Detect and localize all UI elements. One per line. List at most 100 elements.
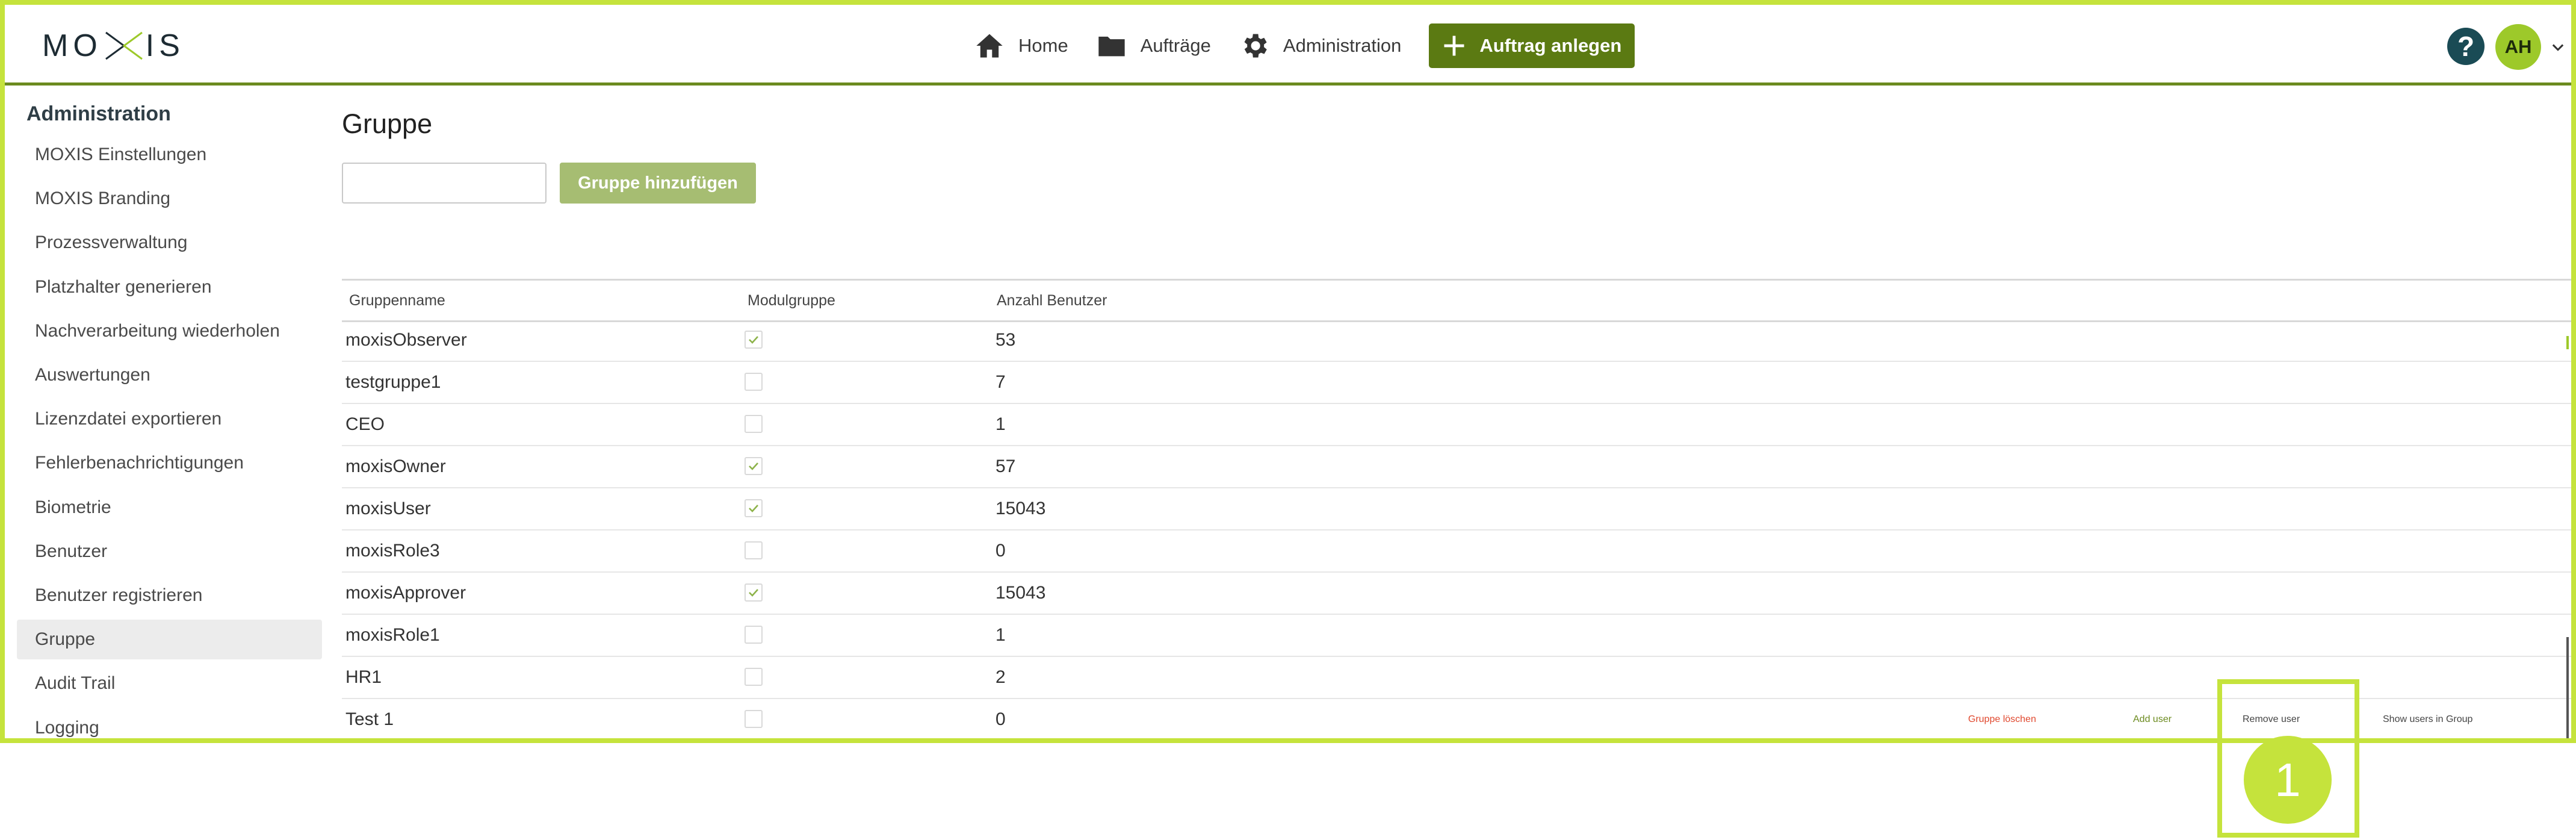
module-group-checkbox (745, 541, 763, 559)
show-users-in-group-link[interactable]: Show users in Group (2383, 699, 2472, 738)
table-row[interactable]: HR1 2 (342, 657, 2571, 699)
nav-home-label: Home (1018, 35, 1068, 56)
table-row[interactable]: Test 1 0 Gruppe löschen Add user Remove user… (342, 699, 2571, 738)
checkmark-icon (749, 336, 758, 344)
sidebar-item-label: Prozessverwaltung (35, 232, 188, 253)
sidebar-item-moxis-branding[interactable]: MOXIS Branding (17, 179, 322, 219)
main-nav: Home Aufträge Administration Auftrag anl… (974, 23, 1635, 68)
column-header-group-name[interactable]: Gruppenname (349, 281, 445, 320)
group-name-cell: testgruppe1 (345, 372, 441, 392)
user-count-cell: 0 (995, 709, 1006, 729)
group-name-cell: moxisObserver (345, 330, 467, 350)
group-name-input[interactable] (342, 163, 546, 204)
table-row[interactable]: moxisApprover 15043 (342, 573, 2571, 615)
sidebar-item-benutzer[interactable]: Benutzer (17, 532, 322, 571)
group-name-cell: moxisUser (345, 499, 431, 518)
create-order-label: Auftrag anlegen (1479, 35, 1622, 56)
column-header-module-group[interactable]: Modulgruppe (748, 281, 835, 320)
table-row[interactable]: moxisRole3 0 (342, 530, 2571, 573)
sidebar-item-label: Benutzer registrieren (35, 585, 203, 605)
sidebar-item-lizenzdatei-exportieren[interactable]: Lizenzdatei exportieren (17, 399, 322, 439)
help-icon[interactable]: ? (2447, 28, 2485, 65)
checkmark-icon (749, 505, 758, 512)
nav-orders[interactable]: Aufträge (1096, 24, 1211, 67)
sidebar-item-label: MOXIS Einstellungen (35, 145, 207, 164)
table-row[interactable]: testgruppe1 7 (342, 362, 2571, 404)
column-header-user-count[interactable]: Anzahl Benutzer (997, 281, 1107, 320)
callout-number-badge: 1 (2244, 736, 2332, 824)
plus-icon (1444, 36, 1464, 56)
sidebar-title: Administration (26, 102, 171, 125)
table-row[interactable]: moxisObserver 53 (342, 320, 2571, 362)
logo-text-mo: MO (42, 28, 102, 63)
sidebar-item-biometrie[interactable]: Biometrie (17, 488, 322, 527)
group-name-cell: moxisRole3 (345, 541, 440, 561)
sidebar-item-audit-trail[interactable]: Audit Trail (17, 664, 322, 703)
sidebar-item-label: Fehlerbenachrichtigungen (35, 453, 244, 473)
sidebar-item-fehlerbenachrichtigungen[interactable]: Fehlerbenachrichtigungen (17, 443, 322, 483)
nav-orders-label: Aufträge (1140, 35, 1211, 56)
sidebar-item-prozessverwaltung[interactable]: Prozessverwaltung (17, 223, 322, 263)
table-header: Gruppenname Modulgruppe Anzahl Benutzer (342, 279, 2571, 322)
group-name-cell: moxisOwner (345, 456, 446, 476)
sidebar-item-benutzer-registrieren[interactable]: Benutzer registrieren (17, 576, 322, 615)
table-row[interactable]: moxisRole1 1 (342, 615, 2571, 657)
group-name-cell: moxisRole1 (345, 625, 440, 645)
module-group-checkbox (745, 373, 763, 391)
logo-x-icon (105, 31, 143, 60)
module-group-checkbox (745, 583, 763, 602)
group-name-cell: HR1 (345, 667, 382, 687)
sidebar-item-platzhalter-generieren[interactable]: Platzhalter generieren (17, 267, 322, 307)
user-count-cell: 15043 (995, 499, 1046, 518)
app-window: MO IS Home Aufträge Administration Auftr… (0, 0, 2576, 743)
table-row[interactable]: moxisUser 15043 (342, 488, 2571, 530)
sidebar-item-label: Nachverarbeitung wiederholen (35, 320, 280, 341)
add-group-button[interactable]: Gruppe hinzufügen (560, 163, 756, 204)
user-count-cell: 53 (995, 330, 1016, 350)
sidebar-item-auswertungen[interactable]: Auswertungen (17, 355, 322, 395)
home-icon (976, 34, 1003, 58)
module-group-checkbox (745, 499, 763, 517)
user-avatar[interactable]: AH (2495, 24, 2541, 70)
sidebar-item-gruppe[interactable]: Gruppe (17, 620, 322, 660)
vertical-scrollbar[interactable] (2566, 637, 2569, 738)
sidebar-item-label: Biometrie (35, 497, 111, 517)
sidebar-item-label: Benutzer (35, 541, 108, 561)
table-row[interactable]: moxisOwner 57 (342, 446, 2571, 488)
admin-sidebar: Administration MOXIS Einstellungen MOXIS … (12, 95, 322, 738)
sidebar-item-nachverarbeitung-wiederholen[interactable]: Nachverarbeitung wiederholen (17, 311, 322, 351)
group-name-cell: CEO (345, 414, 385, 434)
nav-administration-label: Administration (1283, 35, 1402, 56)
group-name-cell: Test 1 (345, 709, 394, 729)
module-group-checkbox (745, 626, 763, 644)
group-name-cell: moxisApprover (345, 583, 466, 603)
sidebar-item-label: Lizenzdatei exportieren (35, 409, 222, 429)
user-count-cell: 0 (995, 541, 1006, 561)
scroll-marker (2566, 336, 2569, 349)
nav-home[interactable]: Home (974, 24, 1068, 67)
moxis-logo[interactable]: MO IS (42, 28, 185, 64)
logo-text-is: IS (145, 28, 185, 63)
nav-administration[interactable]: Administration (1239, 24, 1401, 67)
sidebar-item-label: Auswertungen (35, 365, 150, 385)
checkmark-icon (749, 462, 758, 470)
chevron-down-icon[interactable] (2550, 39, 2566, 55)
user-count-cell: 1 (995, 414, 1006, 434)
sidebar-item-logging[interactable]: Logging (17, 708, 322, 738)
table-row[interactable]: CEO 1 (342, 404, 2571, 446)
add-user-link[interactable]: Add user (2133, 699, 2172, 738)
create-order-button[interactable]: Auftrag anlegen (1429, 23, 1635, 68)
user-count-cell: 57 (995, 456, 1016, 476)
sidebar-item-label: Audit Trail (35, 673, 116, 694)
gear-icon (1244, 34, 1267, 58)
remove-user-link[interactable]: Remove user (2243, 699, 2300, 738)
sidebar-item-label: Platzhalter generieren (35, 276, 212, 297)
delete-group-link[interactable]: Gruppe löschen (1968, 699, 2036, 738)
module-group-checkbox (745, 710, 763, 728)
sidebar-item-label: Logging (35, 717, 99, 738)
top-navigation-bar: MO IS Home Aufträge Administration Auftr… (5, 5, 2571, 86)
module-group-checkbox (745, 457, 763, 475)
sidebar-item-moxis-einstellungen[interactable]: MOXIS Einstellungen (17, 135, 322, 175)
module-group-checkbox (745, 668, 763, 686)
page-title: Gruppe (342, 108, 433, 139)
